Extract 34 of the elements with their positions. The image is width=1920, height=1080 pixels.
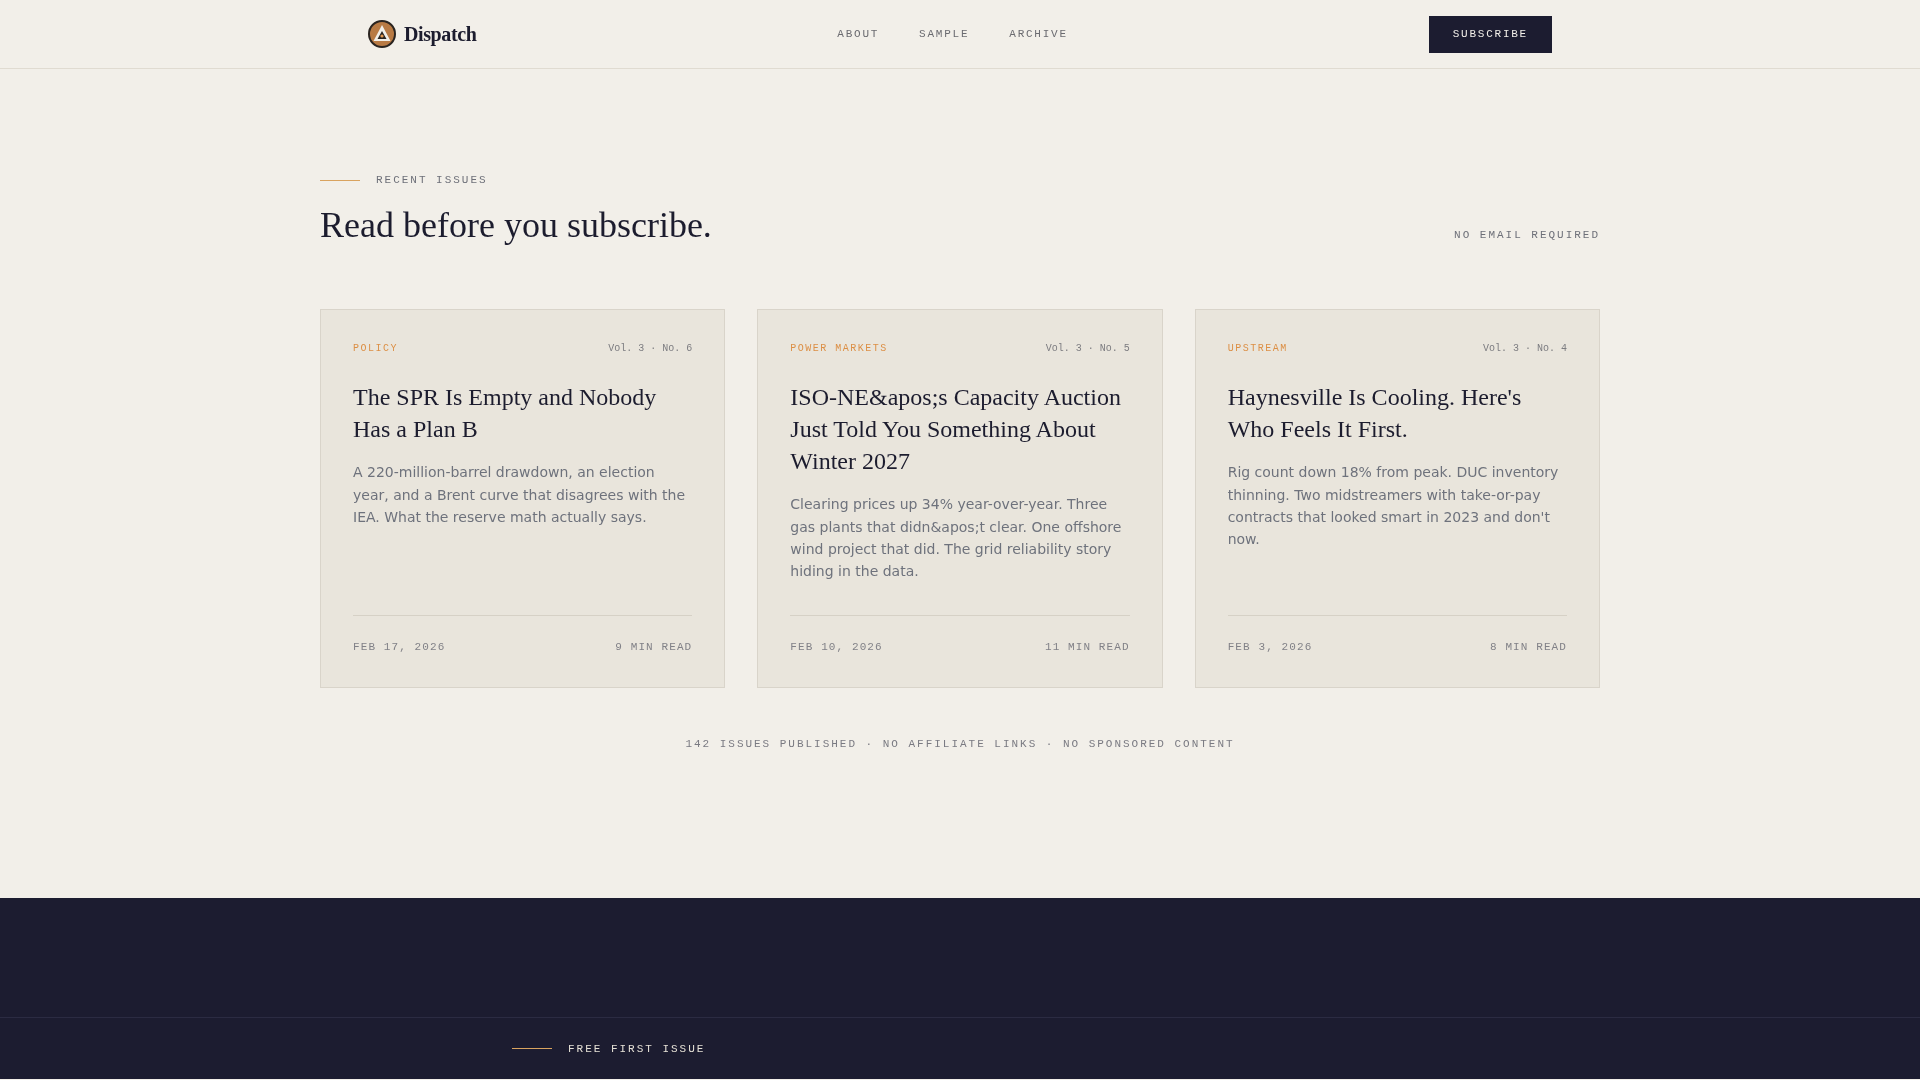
issue-title: ISO-NE&apos;s Capacity Auction Just Told You Something About Winter 2027 [790,383,1122,477]
accent-line [512,1048,552,1050]
category-label: POWER MARKETS [790,342,888,357]
category-label: UPSTREAM [1227,342,1288,357]
issue-date: FEB 3, 2026 [1227,639,1313,655]
issue-summary: Rig count down 18% from peak. DUC inventory thinning. Two midstreamers with take-or-pay contracts that looked smart in 2023 and don't now. [1227,463,1560,550]
subscribe-button[interactable]: SUBSCRIBE [1428,15,1552,53]
issue-summary: Clearing prices up 34% year-over-year. Three gas plants that didn&apos;t clear. One offshore wind project that did. The grid reliability story hiding in the data. [790,495,1123,582]
nav-link[interactable]: ARCHIVE [1009,28,1068,40]
brand-name[interactable]: Dispatch [404,22,477,46]
read-time: 11 MIN READ [1044,639,1130,655]
issue-date: FEB 17, 2026 [353,639,446,655]
section-eyebrow: FREE FIRST ISSUE [568,1041,706,1057]
category-label: POLICY [353,342,398,357]
logo-icon[interactable] [368,20,396,48]
nav-link[interactable]: ABOUT [837,28,880,40]
accent-line [320,179,360,181]
stats-line: 142 ISSUES PUBLISHED · NO AFFILIATE LINKS · NO SPONSORED CONTENT [684,736,1236,752]
issue-number: Vol. 3 · No. 5 [1045,342,1130,357]
issue-title: Haynesville Is Cooling. Here's Who Feels It First. [1227,383,1523,445]
issue-card[interactable] [1194,309,1600,688]
issue-summary: A 220-million-barrel drawdown, an election year, and a Brent curve that disagrees with the IEA. What the reserve math actually says. [353,463,687,527]
section-eyebrow: RECENT ISSUES [376,173,488,187]
section-heading: Read before you subscribe. [320,204,712,247]
issue-number: Vol. 3 · No. 4 [1483,342,1567,357]
issue-card[interactable] [320,309,726,688]
issue-card[interactable] [757,309,1163,688]
issue-title: The SPR Is Empty and Nobody Has a Plan B [353,383,658,445]
issue-number: Vol. 3 · No. 6 [608,342,693,357]
issue-date: FEB 10, 2026 [790,639,883,655]
read-time: 9 MIN READ [615,639,693,655]
nav-link[interactable]: SAMPLE [919,28,970,40]
read-time: 8 MIN READ [1490,639,1567,655]
section-note: NO EMAIL REQUIRED [1454,228,1600,244]
